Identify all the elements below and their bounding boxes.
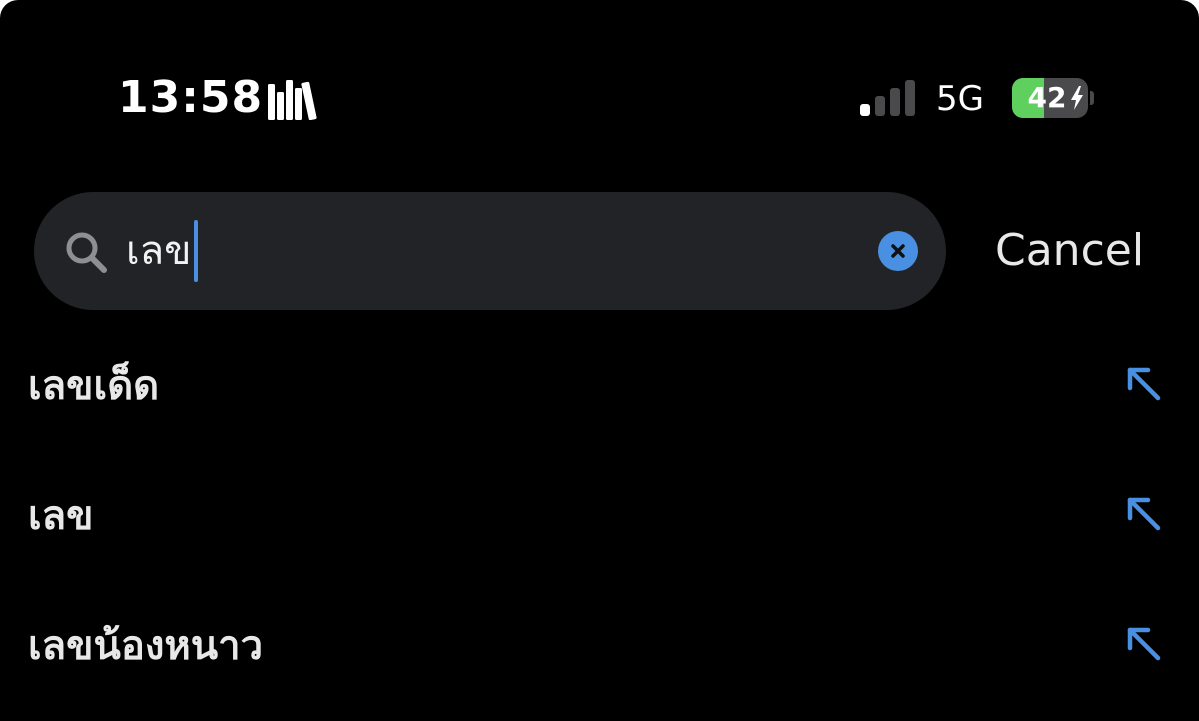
search-query: เลข bbox=[126, 228, 192, 274]
clear-button[interactable] bbox=[878, 231, 918, 271]
suggestion-label: เลข bbox=[28, 493, 94, 539]
battery-icon: 42 bbox=[1012, 78, 1088, 118]
search-screen: 13:58 5G 42 เลข Cancel เลขเด็ด เลข เลขน้… bbox=[0, 0, 1199, 721]
suggestion-label: เลขเด็ด bbox=[28, 363, 160, 409]
fill-arrow-icon[interactable] bbox=[1124, 364, 1164, 404]
text-caret bbox=[193, 220, 198, 282]
charging-bolt-icon bbox=[1071, 86, 1083, 110]
search-input[interactable]: เลข bbox=[126, 220, 198, 282]
search-icon bbox=[66, 232, 107, 273]
suggestion-row[interactable]: เลข bbox=[0, 466, 1199, 566]
fill-arrow-icon[interactable] bbox=[1124, 624, 1164, 664]
suggestion-label: เลขน้องหนาว bbox=[28, 623, 264, 669]
library-icon bbox=[268, 80, 317, 120]
network-type: 5G bbox=[936, 79, 984, 119]
status-time: 13:58 bbox=[118, 72, 264, 123]
fill-arrow-icon[interactable] bbox=[1124, 494, 1164, 534]
clear-icon bbox=[891, 244, 905, 258]
signal-icon bbox=[860, 80, 915, 116]
cancel-button[interactable]: Cancel bbox=[995, 220, 1144, 282]
suggestion-row[interactable]: เลขเด็ด bbox=[0, 336, 1199, 436]
battery-cap bbox=[1090, 91, 1094, 105]
search-field[interactable]: เลข bbox=[34, 192, 946, 310]
suggestion-row[interactable]: เลขน้องหนาว bbox=[0, 596, 1199, 696]
